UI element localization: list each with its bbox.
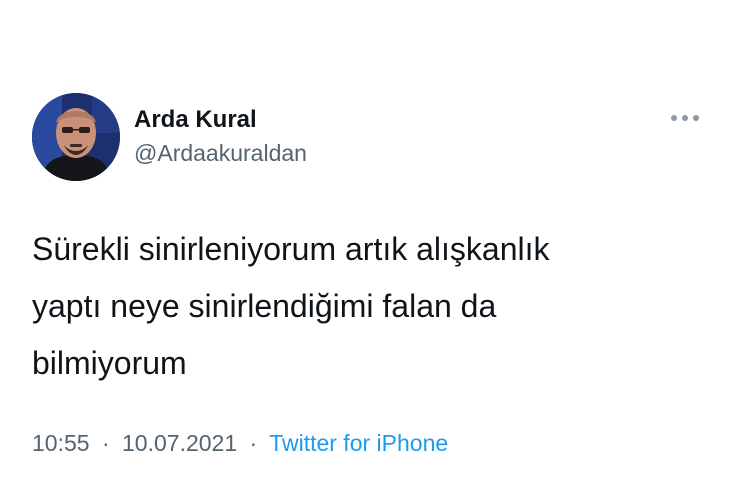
avatar[interactable] — [32, 93, 120, 181]
author-display-name[interactable]: Arda Kural — [134, 106, 257, 134]
tweet-text-line: Sürekli sinirleniyorum artık alışkanlık — [32, 231, 550, 267]
tweet-meta: 10:55 · 10.07.2021 · Twitter for iPhone — [32, 430, 448, 457]
tweet-text-line: yaptı neye sinirlendiğimi falan da — [32, 288, 497, 324]
tweet-source-link[interactable]: Twitter for iPhone — [269, 430, 448, 456]
meta-separator: · — [249, 430, 258, 456]
tweet-text: Sürekli sinirleniyorum artık alışkanlık … — [32, 221, 692, 392]
tweet-time[interactable]: 10:55 — [32, 430, 90, 456]
more-options-button[interactable] — [665, 105, 705, 131]
avatar-image — [32, 93, 120, 181]
more-horizontal-icon — [671, 115, 699, 121]
tweet-card: Arda Kural @Ardaakuraldan Sürekli sinirl… — [0, 0, 736, 478]
author-handle[interactable]: @Ardaakuraldan — [134, 140, 307, 167]
tweet-text-line: bilmiyorum — [32, 345, 187, 381]
meta-separator: · — [101, 430, 110, 456]
tweet-date[interactable]: 10.07.2021 — [122, 430, 237, 456]
